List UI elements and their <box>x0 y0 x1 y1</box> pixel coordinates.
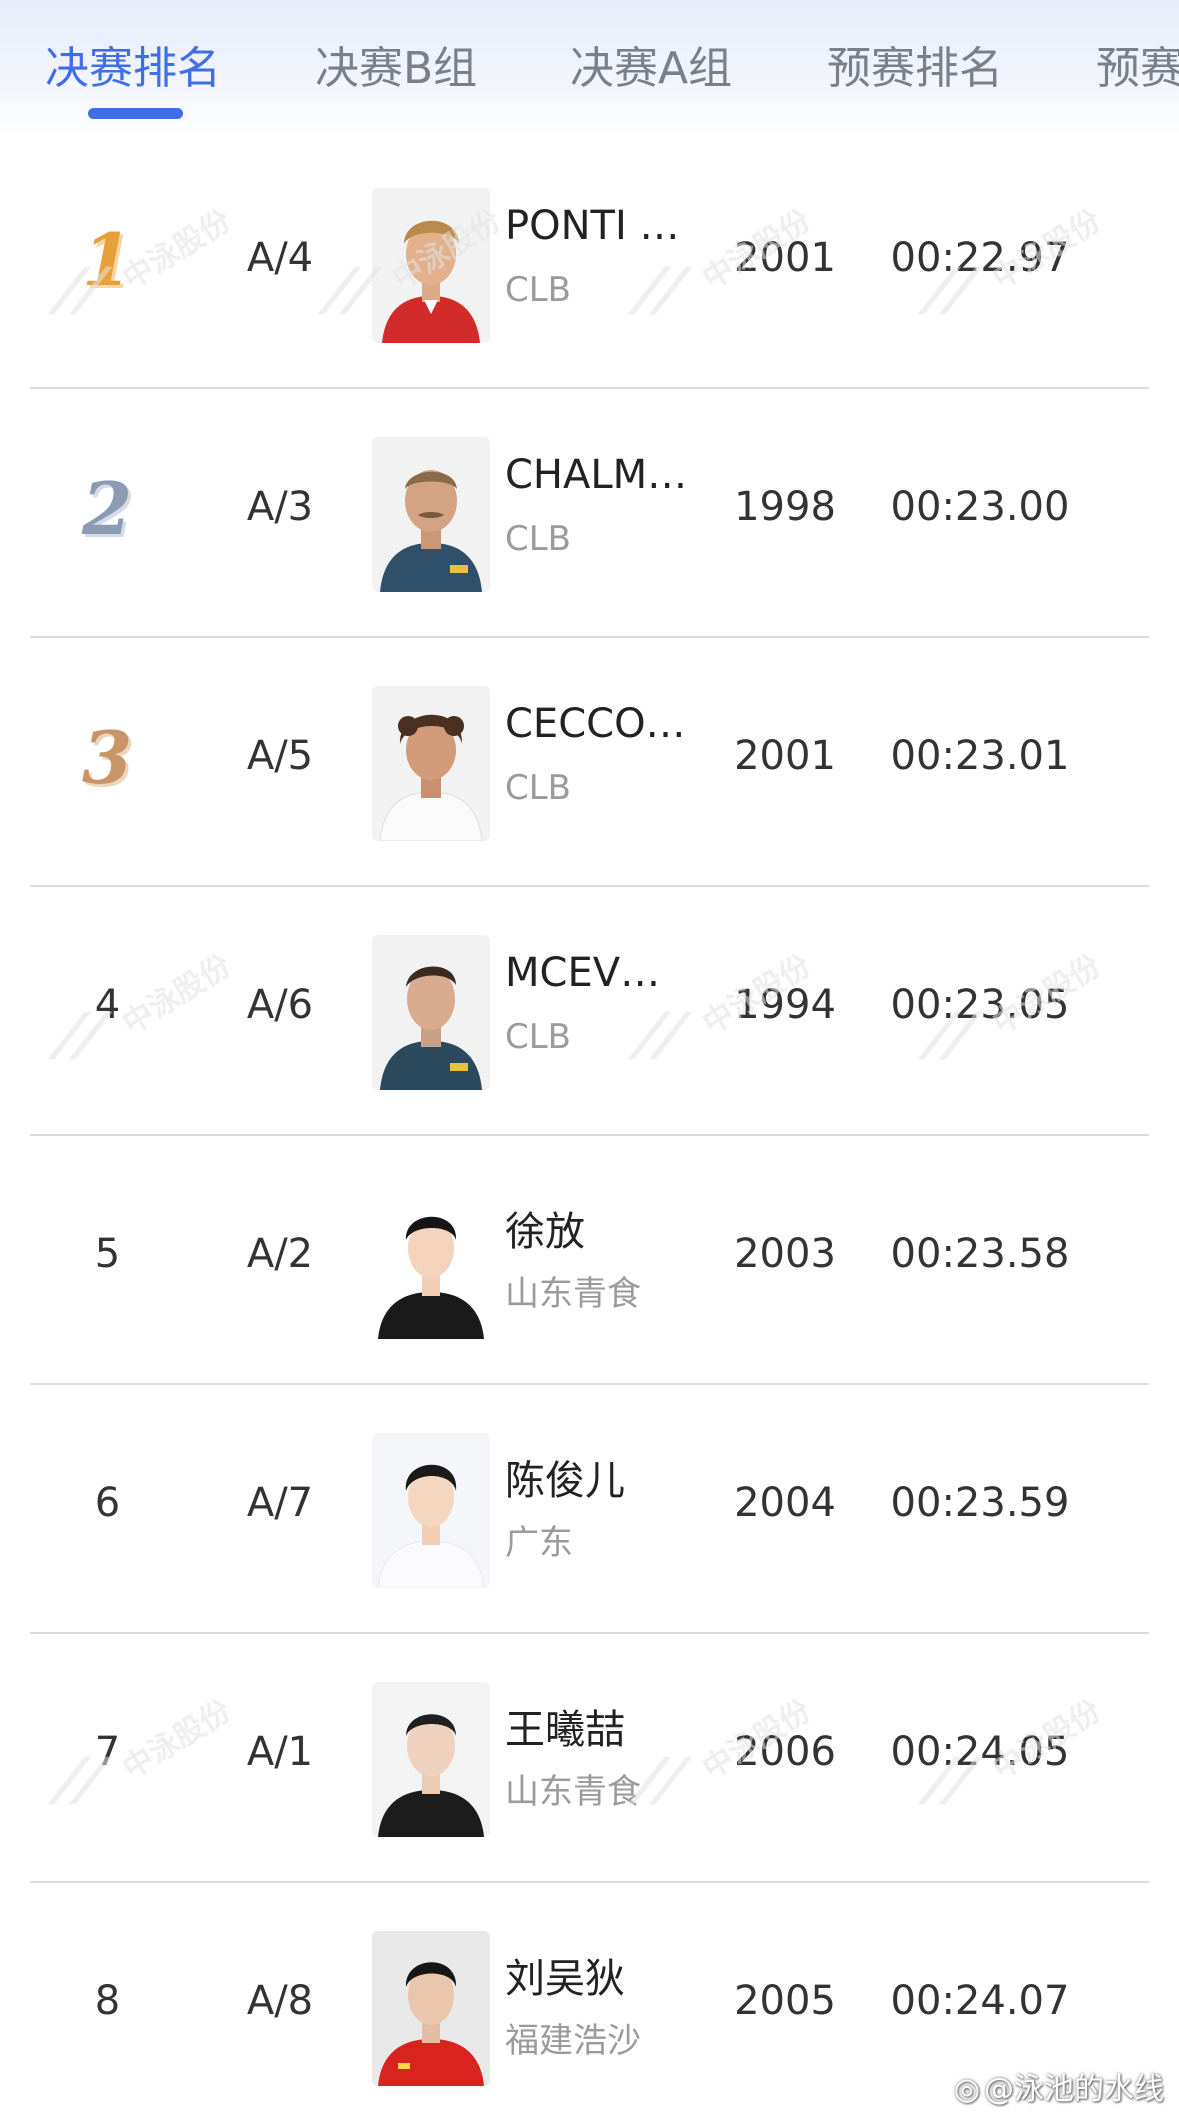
race-time: 00:24.07 <box>890 1978 1070 2024</box>
lane-label: A/5 <box>246 733 314 779</box>
weibo-watermark: ◎ @泳池的水线 <box>954 2064 1164 2108</box>
birth-year: 2001 <box>734 733 836 779</box>
results-page: 决赛排名 决赛B组 决赛A组 预赛排名 预赛 1 A/4 PONTI … CLB… <box>0 0 1179 2126</box>
athlete-photo <box>372 1931 490 2086</box>
athlete-name: CHALM… <box>505 452 688 498</box>
active-tab-indicator <box>88 108 183 119</box>
lane-label: A/6 <box>246 982 314 1028</box>
athlete-photo <box>372 1433 490 1588</box>
athlete-team: 山东青食 <box>505 1772 641 1812</box>
result-row[interactable]: 7 A/1 王曦喆 山东青食 2006 00:24.05 <box>0 1634 1179 1883</box>
athlete-name: 刘吴狄 <box>505 1956 625 2002</box>
tab-final-ranking[interactable]: 决赛排名 <box>45 32 221 96</box>
race-time: 00:23.00 <box>890 484 1070 530</box>
athlete-team: 广东 <box>505 1523 573 1563</box>
athlete-team: 山东青食 <box>505 1274 641 1314</box>
lane-label: A/4 <box>246 235 314 281</box>
weibo-icon: ◎ <box>953 2072 980 2107</box>
athlete-name: MCEV… <box>505 950 661 996</box>
athlete-photo <box>372 1184 490 1339</box>
lane-label: A/7 <box>246 1480 314 1526</box>
athlete-name: 徐放 <box>505 1209 585 1255</box>
athlete-photo <box>372 935 490 1090</box>
athlete-name: PONTI … <box>505 203 680 249</box>
weibo-handle: @泳池的水线 <box>984 2072 1164 2107</box>
athlete-photo <box>372 437 490 592</box>
result-row[interactable]: 1 A/4 PONTI … CLB 2001 00:22.97 <box>0 140 1179 389</box>
athlete-photo <box>372 188 490 343</box>
rank-number: 7 <box>94 1729 121 1775</box>
rank-number: 4 <box>94 982 121 1028</box>
lane-label: A/3 <box>246 484 314 530</box>
results-list: 1 A/4 PONTI … CLB 2001 00:22.97 2 A/3 CH… <box>0 140 1179 2126</box>
birth-year: 1994 <box>734 982 836 1028</box>
tab-bar: 决赛排名 决赛B组 决赛A组 预赛排名 预赛 <box>0 0 1179 135</box>
athlete-name: 陈俊儿 <box>505 1458 625 1504</box>
birth-year: 1998 <box>734 484 836 530</box>
race-time: 00:23.05 <box>890 982 1070 1028</box>
athlete-team: CLB <box>505 768 572 808</box>
lane-label: A/2 <box>246 1231 314 1277</box>
result-row[interactable]: 3 A/5 CECCO… CLB 2001 00:23.01 <box>0 638 1179 887</box>
athlete-name: CECCO… <box>505 701 686 747</box>
athlete-team: CLB <box>505 519 572 559</box>
silver-medal-icon: 2 <box>82 466 133 551</box>
race-time: 00:23.01 <box>890 733 1070 779</box>
gold-medal-icon: 1 <box>82 217 133 302</box>
athlete-photo <box>372 1682 490 1837</box>
result-row[interactable]: 6 A/7 陈俊儿 广东 2004 00:23.59 <box>0 1385 1179 1634</box>
athlete-photo <box>372 686 490 841</box>
lane-label: A/8 <box>246 1978 314 2024</box>
result-row[interactable]: 5 A/2 徐放 山东青食 2003 00:23.58 <box>0 1136 1179 1385</box>
race-time: 00:24.05 <box>890 1729 1070 1775</box>
bronze-medal-icon: 3 <box>82 715 133 800</box>
rank-number: 6 <box>94 1480 121 1526</box>
rank-number: 5 <box>94 1231 121 1277</box>
athlete-team: CLB <box>505 270 572 310</box>
birth-year: 2003 <box>734 1231 836 1277</box>
lane-label: A/1 <box>246 1729 314 1775</box>
tab-heats-ranking[interactable]: 预赛排名 <box>827 32 1003 96</box>
birth-year: 2001 <box>734 235 836 281</box>
rank-number: 8 <box>94 1978 121 2024</box>
race-time: 00:22.97 <box>890 235 1070 281</box>
result-row[interactable]: 2 A/3 CHALM… CLB 1998 00:23.00 <box>0 389 1179 638</box>
race-time: 00:23.59 <box>890 1480 1070 1526</box>
birth-year: 2005 <box>734 1978 836 2024</box>
result-row[interactable]: 4 A/6 MCEV… CLB 1994 00:23.05 <box>0 887 1179 1136</box>
race-time: 00:23.58 <box>890 1231 1070 1277</box>
tab-heats-more[interactable]: 预赛 <box>1096 32 1179 96</box>
tab-final-a[interactable]: 决赛A组 <box>570 32 732 96</box>
birth-year: 2006 <box>734 1729 836 1775</box>
birth-year: 2004 <box>734 1480 836 1526</box>
tab-final-b[interactable]: 决赛B组 <box>315 32 477 96</box>
athlete-name: 王曦喆 <box>505 1707 625 1753</box>
athlete-team: 福建浩沙 <box>505 2021 641 2061</box>
athlete-team: CLB <box>505 1017 572 1057</box>
